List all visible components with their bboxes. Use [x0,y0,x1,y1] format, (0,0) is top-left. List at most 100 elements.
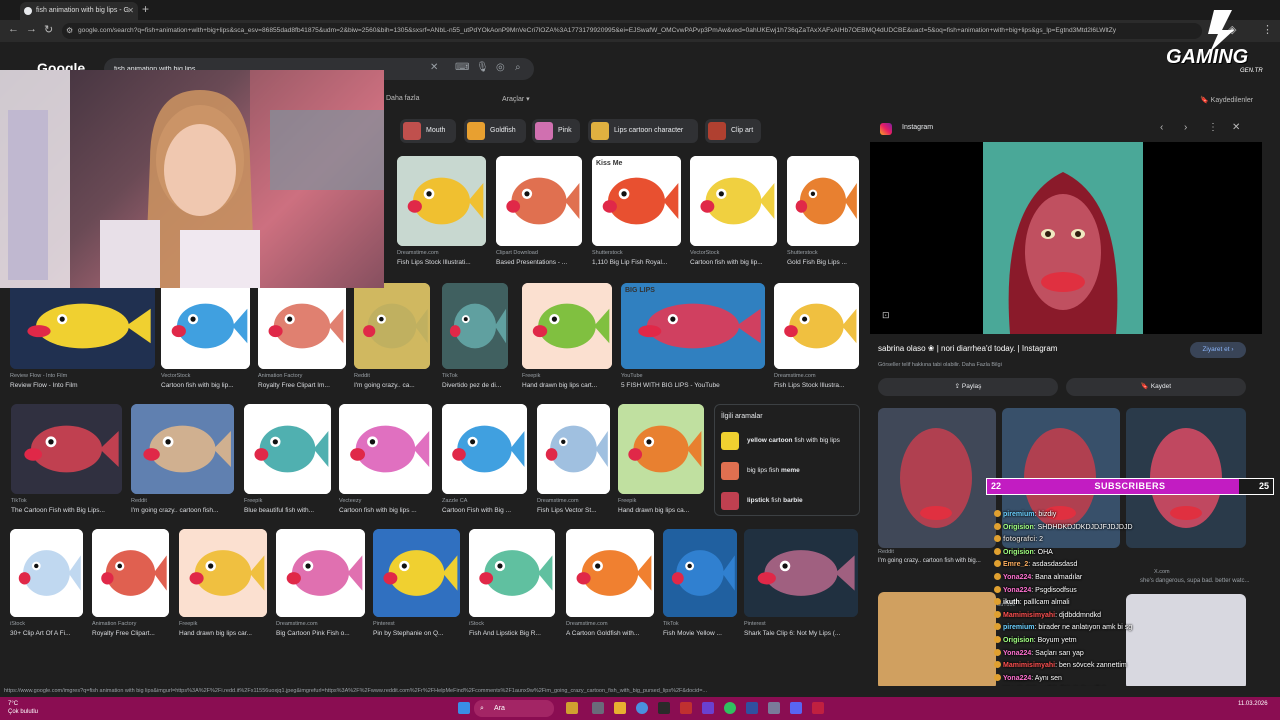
result-thumbnail[interactable] [618,404,704,494]
more-options-icon[interactable]: ⋮ [1208,122,1218,133]
result-thumbnail[interactable] [179,529,267,617]
result-thumbnail[interactable] [787,156,859,246]
address-bar[interactable]: ⚙ google.com/search?q=fish+animation+wit… [62,23,1202,39]
image-result[interactable]: VectorStock Cartoon fish with big lip... [161,283,250,395]
result-caption[interactable]: Hand drawn big lips cart... [522,382,618,389]
image-result[interactable]: Pinterest Pin by Stephanie on Q... [373,529,460,643]
image-result[interactable]: Freepik Blue beautiful fish with... [244,404,331,520]
image-result[interactable]: Shutterstock Gold Fish Big Lips ... [787,156,859,272]
result-thumbnail[interactable] [442,283,508,369]
new-tab-icon[interactable]: + [142,2,149,16]
result-thumbnail[interactable] [744,529,858,617]
result-thumbnail[interactable] [522,283,612,369]
result-thumbnail[interactable] [10,529,83,617]
lens-icon[interactable]: ◎ [496,62,505,73]
result-caption[interactable]: I'm going crazy.. ca... [354,382,436,389]
result-caption[interactable]: Fish And Lipstick Big R... [469,630,561,637]
mic-icon[interactable]: 🎙 [476,62,489,73]
filter-chip-lips-cartoon-character[interactable]: Lips cartoon character [588,119,698,143]
result-thumbnail[interactable]: BIG LIPS [621,283,765,369]
result-thumbnail[interactable] [537,404,610,494]
related-search-item[interactable]: lipstick fish barbie [721,489,855,513]
result-caption[interactable]: Fish Lips Stock Illustrati... [397,259,492,266]
app-icon-purple[interactable] [702,702,714,714]
tools-menu[interactable]: Araçlar ▾ [502,95,530,103]
result-caption[interactable]: Hand drawn big lips ca... [618,507,710,514]
next-icon[interactable]: › [1184,122,1187,133]
image-result[interactable]: Freepik Hand drawn big lips cart... [522,283,612,395]
result-thumbnail[interactable] [566,529,654,617]
search-icon[interactable]: ⌕ [515,62,521,73]
lens-search-icon[interactable]: ⊡ [882,310,890,321]
image-result[interactable]: Dreamstime.com Big Cartoon Pink Fish o... [276,529,365,643]
result-thumbnail[interactable] [92,529,169,617]
result-thumbnail[interactable] [496,156,582,246]
more-filters[interactable]: Daha fazla [386,95,419,102]
related-search-item[interactable]: big lips fish meme [721,459,855,483]
result-thumbnail[interactable]: Kiss Me [592,156,681,246]
image-result[interactable]: Zazzle CA Cartoon Fish with Big ... [442,404,527,520]
image-result[interactable]: Freepik Hand drawn big lips ca... [618,404,704,520]
image-result[interactable]: Review Flow - Into Film Review Flow - Int… [10,283,155,395]
prev-icon[interactable]: ‹ [1160,122,1163,133]
preview-title[interactable]: sabrina olaso ❀ | nori diarrhea'd today.… [878,344,1057,353]
back-icon[interactable]: ← [8,23,19,35]
discord-icon[interactable] [790,702,802,714]
related-thumb-1[interactable] [878,408,996,548]
image-result[interactable]: TikTok Divertido pez de di... [442,283,508,395]
result-caption[interactable]: A Cartoon Goldfish with... [566,630,660,637]
share-button[interactable]: ⇪ Paylaş [878,378,1058,396]
image-result[interactable]: TikTok The Cartoon Fish with Big Lips... [11,404,122,520]
filter-chip-clip-art[interactable]: Clip art [705,119,761,143]
result-caption[interactable]: Blue beautiful fish with... [244,507,337,514]
chat-username[interactable]: piremium [1003,624,1035,631]
chat-username[interactable]: Emre_2 [1003,561,1028,568]
result-thumbnail[interactable] [258,283,346,369]
widgets-icon[interactable] [566,702,578,714]
filter-chip-mouth[interactable]: Mouth [400,119,456,143]
image-result[interactable]: Dreamstime.com Fish Lips Stock Illustra..… [774,283,859,395]
task-view-icon[interactable] [592,702,604,714]
app-icon-blue[interactable] [746,702,758,714]
image-result[interactable]: Pinterest Shark Tale Clip 6: Not My Lips … [744,529,858,643]
app-icon-red[interactable] [680,702,692,714]
preview-source[interactable]: Instagram [902,124,933,131]
image-result[interactable]: TikTok Fish Movie Yellow ... [663,529,737,643]
app-icon-pink[interactable] [812,702,824,714]
result-caption[interactable]: 30+ Clip Art Of A Fi... [10,630,89,637]
chat-username[interactable]: Yona224 [1003,574,1031,581]
image-result[interactable]: iStock 30+ Clip Art Of A Fi... [10,529,83,643]
result-caption[interactable]: Royalty Free Clipart Im... [258,382,352,389]
result-caption[interactable]: Cartoon fish with big lips ... [339,507,438,514]
filter-chip-goldfish[interactable]: Goldfish [464,119,526,143]
start-icon[interactable] [458,702,470,714]
image-result[interactable]: Dreamstime.com Fish Lips Stock Illustrati… [397,156,486,272]
result-caption[interactable]: Divertido pez de di... [442,382,514,389]
chat-username[interactable]: Yona224 [1003,675,1031,682]
result-thumbnail[interactable] [397,156,486,246]
image-result[interactable]: Reddit I'm going crazy.. ca... [354,283,430,395]
clear-icon[interactable]: ✕ [430,62,438,73]
spotify-icon[interactable] [724,702,736,714]
image-result[interactable]: Freepik Hand drawn big lips car... [179,529,267,643]
weather-widget[interactable]: 7°C Çok bulutlu [8,700,38,716]
related-thumb-4[interactable] [878,592,996,690]
saved-link[interactable]: 🔖 Kaydedilenler [1200,96,1253,104]
forward-icon[interactable]: → [26,23,37,35]
result-caption[interactable]: Gold Fish Big Lips ... [787,259,865,266]
taskbar-search[interactable]: ⌕ Ara [474,700,554,717]
result-caption[interactable]: Big Cartoon Pink Fish o... [276,630,371,637]
chat-username[interactable]: Yona224 [1003,587,1031,594]
result-thumbnail[interactable] [131,404,234,494]
clock[interactable]: 11.03.2026 [1238,700,1268,708]
result-thumbnail[interactable] [11,404,122,494]
image-result[interactable]: Vecteezy Cartoon fish with big lips ... [339,404,432,520]
result-caption[interactable]: Fish Movie Yellow ... [663,630,743,637]
result-caption[interactable]: Cartoon fish with big lip... [161,382,256,389]
close-tab-icon[interactable]: ✕ [127,2,134,20]
result-caption[interactable]: Based Presentations - ... [496,259,588,266]
result-thumbnail[interactable] [469,529,555,617]
result-thumbnail[interactable] [373,529,460,617]
result-thumbnail[interactable] [774,283,859,369]
image-result[interactable]: BIG LIPS YouTube 5 FISH WITH BIG LIPS - Yo… [621,283,765,395]
